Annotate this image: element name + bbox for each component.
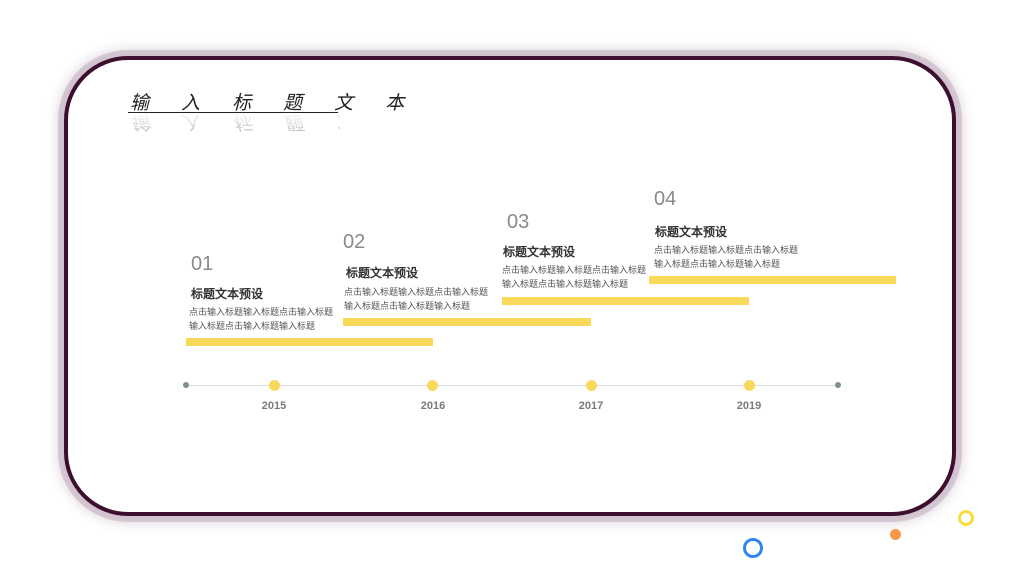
timeline-end-dot [835,382,841,388]
step-number-1[interactable]: 01 [191,253,213,276]
timeline-axis [186,385,838,386]
step-bar-4 [649,276,896,284]
year-dot-2019 [744,380,755,391]
year-label-2[interactable]: 2016 [408,400,458,412]
step-heading-2[interactable]: 标题文本预设 [346,264,418,281]
year-dot-2017 [586,380,597,391]
step-heading-4[interactable]: 标题文本预设 [655,223,727,240]
step-number-2[interactable]: 02 [343,231,365,254]
decor-yellow-ring [958,510,974,526]
slide-title-reflection: 输 入 标 题 文 本 [130,111,418,133]
step-bar-2 [343,318,591,326]
timeline-start-dot [183,382,189,388]
decor-orange-dot [890,529,901,540]
step-desc-4[interactable]: 点击输入标题输入标题点击输入标题输入标题点击输入标题输入标题 [654,244,802,272]
year-label-3[interactable]: 2017 [566,400,616,412]
year-label-1[interactable]: 2015 [249,400,299,412]
step-bar-1 [186,338,433,346]
step-number-3[interactable]: 03 [507,211,529,234]
step-bar-3 [502,297,749,305]
step-desc-3[interactable]: 点击输入标题输入标题点击输入标题输入标题点击输入标题输入标题 [502,264,650,292]
year-dot-2016 [427,380,438,391]
step-number-4[interactable]: 04 [654,188,676,211]
step-desc-2[interactable]: 点击输入标题输入标题点击输入标题输入标题点击输入标题输入标题 [344,286,492,314]
step-heading-3[interactable]: 标题文本预设 [503,243,575,260]
step-desc-1[interactable]: 点击输入标题输入标题点击输入标题输入标题点击输入标题输入标题 [189,306,337,334]
year-label-4[interactable]: 2019 [724,400,774,412]
year-dot-2015 [269,380,280,391]
decor-blue-ring [743,538,763,558]
step-heading-1[interactable]: 标题文本预设 [191,285,263,302]
